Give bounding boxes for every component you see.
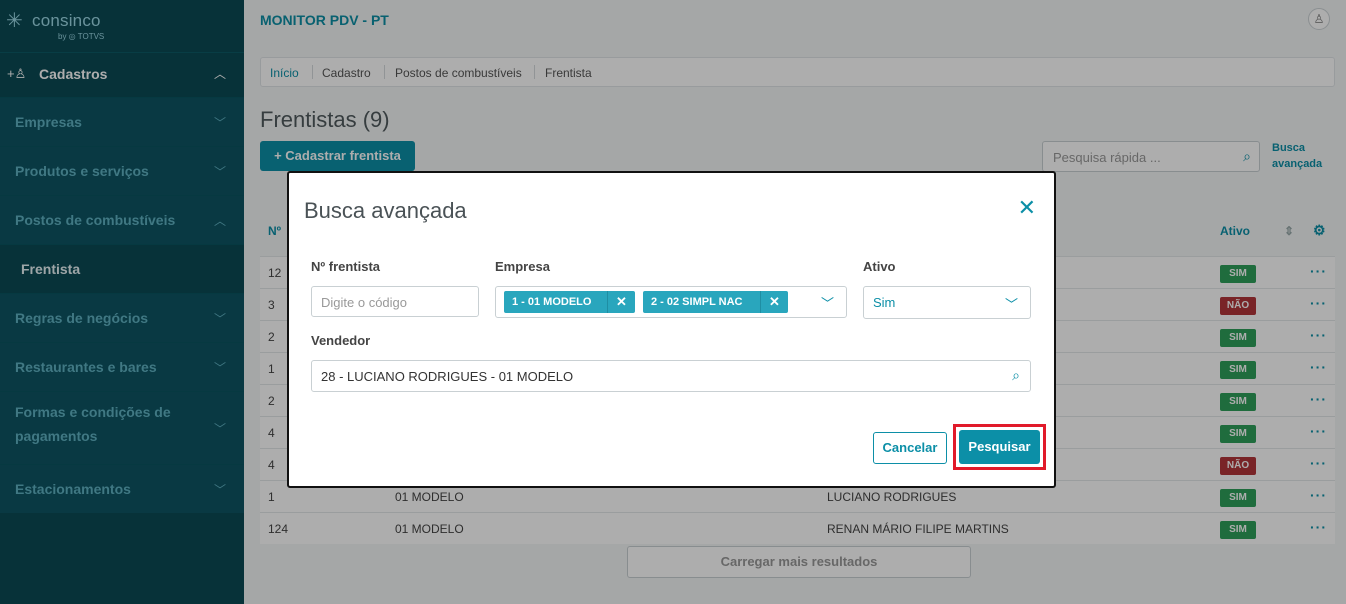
remove-chip-icon[interactable]: ✕ xyxy=(607,291,635,313)
cancel-button[interactable]: Cancelar xyxy=(873,432,947,464)
number-label: Nº frentista xyxy=(311,259,381,274)
seller-label: Vendedor xyxy=(311,333,371,348)
advanced-search-modal: Busca avançada ✕ Nº frentista Digite o c… xyxy=(287,171,1056,488)
remove-chip-icon[interactable]: ✕ xyxy=(760,291,788,313)
company-chip: 2 - 02 SIMPL NAC ✕ xyxy=(643,291,788,313)
company-chip-label: 1 - 01 MODELO xyxy=(512,296,592,308)
chevron-down-icon[interactable]: ﹀ xyxy=(821,293,834,312)
company-chip-label: 2 - 02 SIMPL NAC xyxy=(651,296,743,308)
company-label: Empresa xyxy=(495,259,550,274)
active-select-value: Sim xyxy=(873,295,896,310)
number-placeholder: Digite o código xyxy=(321,295,407,310)
active-select[interactable]: Sim ﹀ xyxy=(863,286,1031,319)
close-icon[interactable]: ✕ xyxy=(1018,195,1036,221)
seller-input[interactable]: 28 - LUCIANO RODRIGUES - 01 MODELO ⌕ xyxy=(311,360,1031,392)
company-chip: 1 - 01 MODELO ✕ xyxy=(504,291,635,313)
seller-value: 28 - LUCIANO RODRIGUES - 01 MODELO xyxy=(321,369,574,384)
active-label: Ativo xyxy=(863,259,896,274)
search-icon[interactable]: ⌕ xyxy=(1012,367,1020,384)
chevron-down-icon: ﹀ xyxy=(1004,297,1018,312)
company-multiselect[interactable]: 1 - 01 MODELO ✕ 2 - 02 SIMPL NAC ✕ ﹀ xyxy=(495,286,847,318)
number-input[interactable]: Digite o código xyxy=(311,286,479,317)
modal-title: Busca avançada xyxy=(304,198,467,223)
search-button[interactable]: Pesquisar xyxy=(959,430,1040,464)
